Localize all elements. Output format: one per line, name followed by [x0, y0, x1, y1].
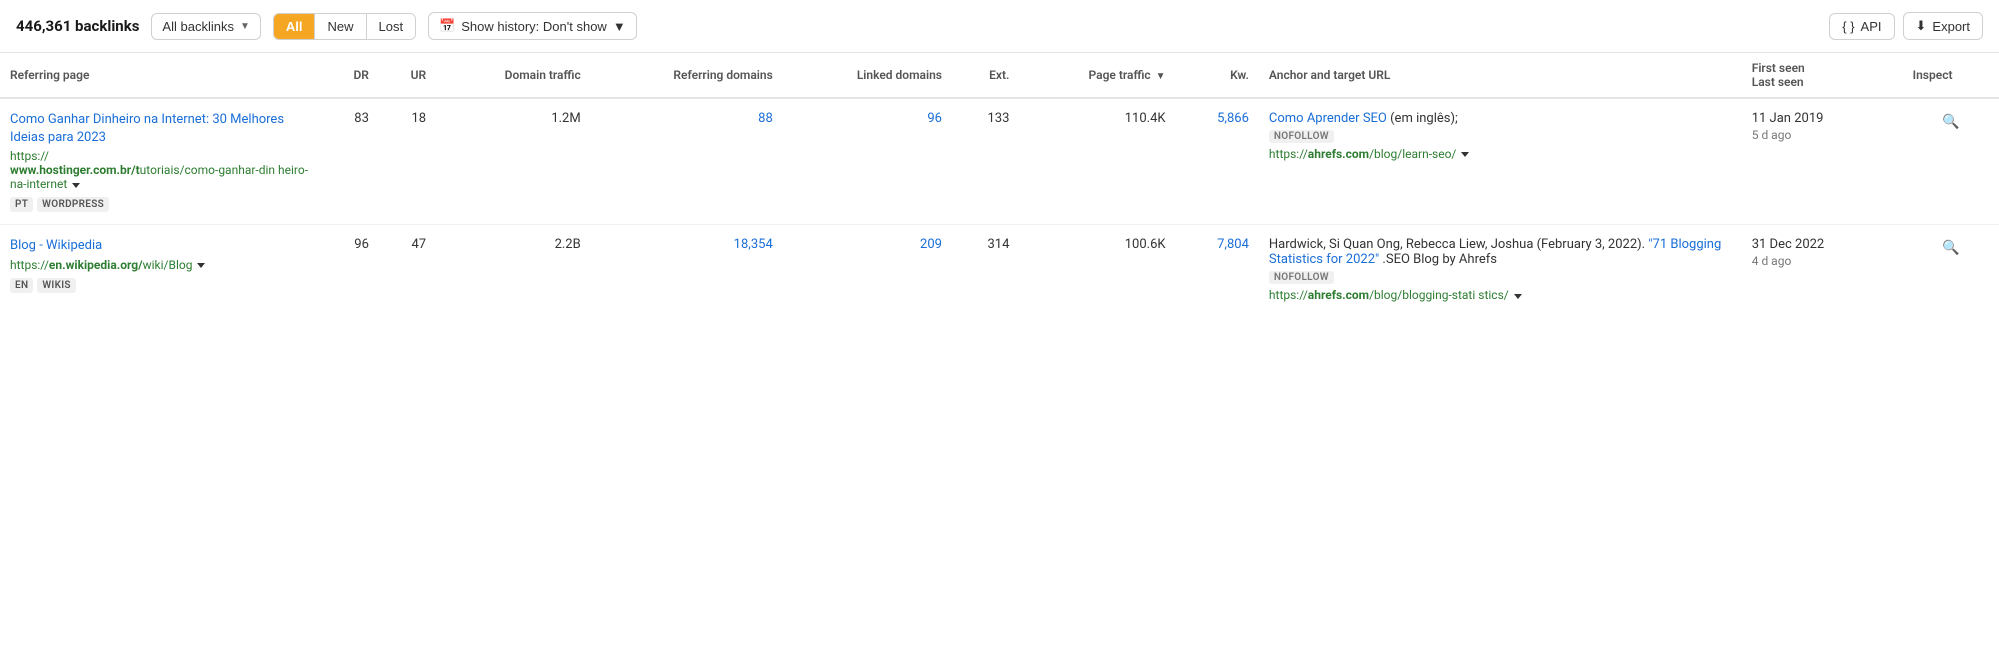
all-backlinks-dropdown[interactable]: All backlinks ▼: [151, 13, 260, 40]
calendar-icon: 📅: [439, 18, 455, 34]
first-seen-1: 11 Jan 2019: [1752, 111, 1893, 126]
col-referring-page: Referring page: [0, 53, 322, 98]
kw-cell-2: 7,804: [1176, 225, 1259, 316]
referring-domains-cell-1: 88: [591, 98, 783, 225]
dr-cell-2: 96: [322, 225, 379, 316]
page-traffic-cell-2: 100.6K: [1019, 225, 1175, 316]
col-domain-traffic: Domain traffic: [436, 53, 591, 98]
dates-cell-1: 11 Jan 2019 5 d ago: [1742, 98, 1903, 225]
export-label: Export: [1932, 19, 1970, 34]
target-url-2: https://ahrefs.com/blog/blogging-stati s…: [1269, 288, 1522, 302]
domain-traffic-cell-1: 1.2M: [436, 98, 591, 225]
url-expand-icon-1[interactable]: [72, 183, 80, 188]
target-url-expand-icon-1[interactable]: [1461, 152, 1469, 157]
col-page-traffic[interactable]: Page traffic ▼: [1019, 53, 1175, 98]
linked-domains-cell-1: 96: [783, 98, 952, 225]
table-row: Blog - Wikipedia https://en.wikipedia.or…: [0, 225, 1999, 316]
page-traffic-cell-1: 110.4K: [1019, 98, 1175, 225]
referring-domains-cell-2: 18,354: [591, 225, 783, 316]
first-seen-2: 31 Dec 2022: [1752, 237, 1893, 252]
anchor-suffix-2: .SEO Blog by Ahrefs: [1382, 252, 1497, 267]
top-bar: 446,361 backlinks All backlinks ▼ All Ne…: [0, 0, 1999, 53]
col-linked-domains: Linked domains: [783, 53, 952, 98]
col-referring-domains: Referring domains: [591, 53, 783, 98]
api-icon: { }: [1842, 19, 1854, 34]
target-url-bold-1: ahrefs.com: [1308, 147, 1369, 161]
dates-cell-2: 31 Dec 2022 4 d ago: [1742, 225, 1903, 316]
linked-domains-cell-2: 209: [783, 225, 952, 316]
nofollow-badge-1: NOFOLLOW: [1269, 130, 1334, 143]
export-icon: ⬇: [1916, 18, 1927, 34]
chevron-down-icon: ▼: [613, 19, 626, 34]
filter-all-button[interactable]: All: [274, 14, 316, 39]
col-dr: DR: [322, 53, 379, 98]
inspect-cell-2: 🔍: [1903, 225, 1999, 316]
anchor-prefix-2: Hardwick, Si Quan Ong, Rebecca Liew, Jos…: [1269, 237, 1648, 252]
nofollow-badge-2: NOFOLLOW: [1269, 271, 1334, 284]
page-title-link-1[interactable]: Como Ganhar Dinheiro na Internet: 30 Mel…: [10, 111, 312, 147]
history-label: Show history: Don't show: [461, 19, 607, 34]
filter-new-button[interactable]: New: [315, 14, 366, 39]
show-history-button[interactable]: 📅 Show history: Don't show ▼: [428, 12, 637, 40]
page-url-bold-1: www.hostinger.com.br/t: [10, 163, 140, 177]
filter-lost-button[interactable]: Lost: [367, 14, 416, 39]
all-backlinks-label: All backlinks: [162, 19, 234, 34]
last-seen-1: 5 d ago: [1752, 128, 1893, 142]
backlinks-table-container: Referring page DR UR Domain traffic Refe…: [0, 53, 1999, 315]
anchor-cell-2: Hardwick, Si Quan Ong, Rebecca Liew, Jos…: [1259, 225, 1742, 316]
col-dates: First seen Last seen: [1742, 53, 1903, 98]
col-kw: Kw.: [1176, 53, 1259, 98]
col-inspect: Inspect: [1903, 53, 1999, 98]
page-url-2: https://en.wikipedia.org/wiki/Blog: [10, 258, 312, 272]
page-url-bold-2: en.wikipedia.org/: [49, 258, 143, 272]
top-bar-right: { } API ⬇ Export: [1829, 12, 1983, 40]
backlinks-count: 446,361 backlinks: [16, 17, 139, 35]
table-row: Como Ganhar Dinheiro na Internet: 30 Mel…: [0, 98, 1999, 225]
target-url-expand-icon-2[interactable]: [1514, 294, 1522, 299]
dr-cell-1: 83: [322, 98, 379, 225]
url-expand-icon-2[interactable]: [197, 263, 205, 268]
tags-2: EN WIKIS: [10, 278, 312, 293]
target-url-bold-2: ahrefs.com: [1308, 288, 1369, 302]
ur-cell-1: 18: [379, 98, 436, 225]
api-button[interactable]: { } API: [1829, 13, 1894, 40]
domain-traffic-cell-2: 2.2B: [436, 225, 591, 316]
table-header-row: Referring page DR UR Domain traffic Refe…: [0, 53, 1999, 98]
tag-pt: PT: [10, 197, 33, 212]
anchor-suffix-1: (em inglês);: [1390, 111, 1458, 126]
col-anchor-target: Anchor and target URL: [1259, 53, 1742, 98]
backlinks-table: Referring page DR UR Domain traffic Refe…: [0, 53, 1999, 315]
api-label: API: [1861, 19, 1882, 34]
inspect-search-button-1[interactable]: 🔍: [1938, 111, 1963, 132]
referring-page-cell-2: Blog - Wikipedia https://en.wikipedia.or…: [0, 225, 322, 316]
export-button[interactable]: ⬇ Export: [1903, 12, 1983, 40]
target-url-1: https://ahrefs.com/blog/learn-seo/: [1269, 147, 1469, 161]
anchor-link-1[interactable]: Como Aprender SEO: [1269, 111, 1387, 126]
kw-cell-1: 5,866: [1176, 98, 1259, 225]
ext-cell-1: 133: [952, 98, 1019, 225]
page-url-1: https://www.hostinger.com.br/tutoriais/c…: [10, 149, 312, 191]
ur-cell-2: 47: [379, 225, 436, 316]
anchor-cell-1: Como Aprender SEO (em inglês); NOFOLLOW …: [1259, 98, 1742, 225]
col-ur: UR: [379, 53, 436, 98]
tag-wikis: WIKIS: [37, 278, 75, 293]
referring-page-cell-1: Como Ganhar Dinheiro na Internet: 30 Mel…: [0, 98, 322, 225]
tags-1: PT WORDPRESS: [10, 197, 312, 212]
col-ext: Ext.: [952, 53, 1019, 98]
last-seen-2: 4 d ago: [1752, 254, 1893, 268]
sort-arrow-icon: ▼: [1156, 71, 1166, 82]
ext-cell-2: 314: [952, 225, 1019, 316]
filter-group: All New Lost: [273, 13, 416, 40]
page-title-link-2[interactable]: Blog - Wikipedia: [10, 237, 312, 255]
inspect-search-button-2[interactable]: 🔍: [1938, 237, 1963, 258]
tag-en: EN: [10, 278, 33, 293]
inspect-cell-1: 🔍: [1903, 98, 1999, 225]
chevron-down-icon: ▼: [240, 21, 250, 32]
tag-wordpress: WORDPRESS: [37, 197, 109, 212]
